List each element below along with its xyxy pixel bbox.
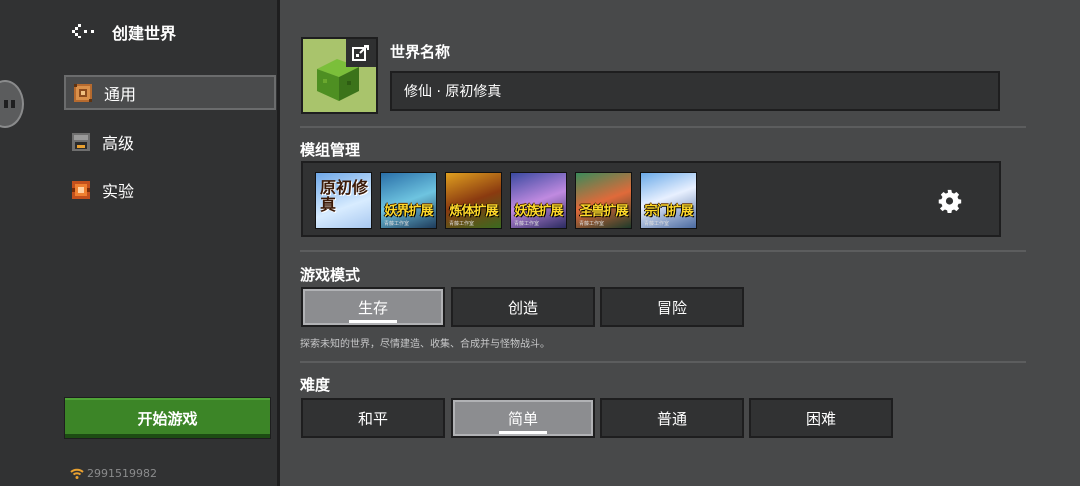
game-mode-description: 探索未知的世界，尽情建造、收集、合成并与怪物战斗。 [300,339,550,350]
sidebar-item-label: 通用 [104,84,137,104]
divider [300,361,1026,363]
mod-item-yaojie[interactable]: 妖界扩展 青藤工作室 [380,172,437,229]
mod-studio-label: 青藤工作室 [579,221,605,227]
sidebar-divider [277,0,280,486]
mod-studio-label: 青藤工作室 [449,221,475,227]
mod-settings-button[interactable] [936,187,964,215]
mod-studio-label: 青藤工作室 [644,221,670,227]
user-id: 2991519982 [87,467,157,480]
experiment-icon [72,181,90,199]
mods-title: 模组管理 [300,141,361,159]
difficulty-label: 简单 [507,409,538,428]
mod-label: 炼体扩展 [449,204,498,219]
back-button[interactable]: 创建世界 [72,20,176,44]
difficulty-label: 普通 [656,409,687,428]
mode-label: 冒险 [656,298,687,317]
selected-indicator [499,431,547,434]
mod-item-shengshou[interactable]: 圣兽扩展 青藤工作室 [575,172,632,229]
sidebar-item-general[interactable]: 通用 [64,75,276,110]
difficulty-title: 难度 [300,376,331,394]
sidebar-item-experiments[interactable]: 实验 [64,173,274,207]
furnace-icon [72,133,90,151]
mod-label: 妖族扩展 [514,204,563,219]
difficulty-easy-button[interactable]: 简单 [451,398,595,438]
start-game-button[interactable]: 开始游戏 [64,397,271,439]
mod-item-yaozu[interactable]: 妖族扩展 青藤工作室 [510,172,567,229]
mod-label: 原初修真 [320,178,369,214]
edit-thumbnail-button[interactable] [346,39,376,67]
back-arrow-icon [72,22,102,43]
difficulty-normal-button[interactable]: 普通 [600,398,744,438]
sidebar-item-label: 实验 [102,182,135,201]
side-handle-icon[interactable] [0,80,24,128]
gear-icon [938,189,962,213]
mod-label: 圣兽扩展 [579,204,628,219]
mods-panel: 原初修真 妖界扩展 青藤工作室 炼体扩展 青藤工作室 妖族扩展 青藤工作室 圣兽… [301,161,1001,237]
world-name-label: 世界名称 [390,43,451,61]
divider [300,250,1026,252]
mod-item-yuanchu[interactable]: 原初修真 [315,172,372,229]
mod-item-lianti[interactable]: 炼体扩展 青藤工作室 [445,172,502,229]
divider [300,126,1026,128]
mode-creative-button[interactable]: 创造 [451,287,595,327]
wifi-icon [70,468,84,479]
mod-studio-label: 青藤工作室 [384,221,410,227]
difficulty-peaceful-button[interactable]: 和平 [301,398,445,438]
mod-item-zongmen[interactable]: 宗门扩展 青藤工作室 [640,172,697,229]
mode-adventure-button[interactable]: 冒险 [600,287,744,327]
edit-image-icon [352,45,369,61]
difficulty-label: 困难 [805,409,836,428]
sidebar-item-advanced[interactable]: 高级 [64,125,274,159]
mode-label: 创造 [507,298,538,317]
sidebar: 创建世界 通用 高级 实验 开始游戏 2991519982 [0,0,277,486]
mod-label: 宗门扩展 [644,204,693,219]
page-title: 创建世界 [112,24,177,43]
selected-indicator [349,320,397,323]
difficulty-hard-button[interactable]: 困难 [749,398,893,438]
network-status: 2991519982 [70,467,157,480]
difficulty-label: 和平 [357,409,388,428]
mod-label: 妖界扩展 [384,204,433,219]
mode-label: 生存 [357,298,388,317]
sidebar-item-label: 高级 [102,134,135,153]
command-block-icon [74,83,92,102]
mode-survival-button[interactable]: 生存 [301,287,445,327]
world-name-input[interactable] [390,71,1000,111]
mod-studio-label: 青藤工作室 [514,221,540,227]
game-mode-title: 游戏模式 [300,266,361,284]
